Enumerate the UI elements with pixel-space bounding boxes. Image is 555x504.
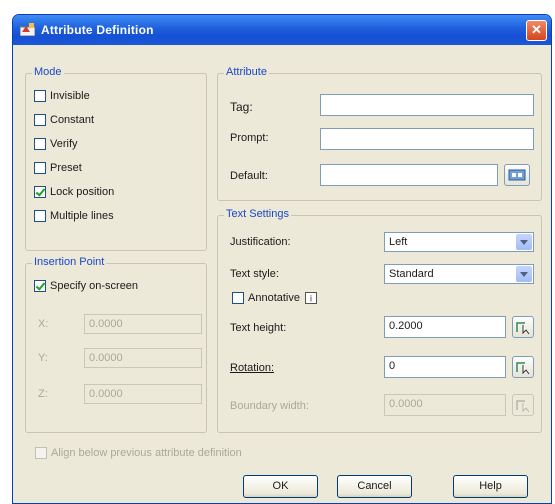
text-settings-group: Text Settings Justification: Left Text s… — [217, 208, 542, 433]
mode-group-title: Mode — [32, 66, 64, 78]
multiple-lines-label: Multiple lines — [50, 210, 114, 222]
text-style-select[interactable]: Standard — [384, 264, 534, 284]
close-button[interactable]: ✕ — [526, 20, 547, 41]
invisible-checkbox[interactable] — [34, 90, 46, 102]
info-icon[interactable]: i — [304, 292, 317, 304]
align-below-checkbox[interactable] — [35, 447, 47, 459]
text-height-label: Text height: — [230, 322, 287, 334]
invisible-label: Invisible — [50, 90, 90, 102]
multiple-lines-checkbox-row[interactable]: Multiple lines — [34, 208, 114, 224]
rotation-input[interactable]: 0 — [384, 356, 506, 378]
rotation-pick-button[interactable] — [512, 356, 534, 378]
preset-checkbox[interactable] — [34, 162, 46, 174]
align-below-label: Align below previous attribute definitio… — [51, 447, 242, 459]
preset-label: Preset — [50, 162, 82, 174]
pick-point-icon — [516, 362, 530, 375]
text-style-label: Text style: — [230, 268, 279, 280]
specify-on-screen-label: Specify on-screen — [50, 280, 139, 292]
boundary-width-pick-button[interactable] — [512, 394, 534, 416]
chevron-down-icon — [516, 234, 532, 250]
window-title: Attribute Definition — [41, 23, 154, 37]
attribute-group-title: Attribute — [224, 66, 269, 78]
insert-field-button[interactable] — [504, 164, 530, 186]
insertion-point-group-title: Insertion Point — [32, 256, 107, 268]
attribute-group: Attribute Tag: Prompt: Default: — [217, 66, 542, 201]
ok-button[interactable]: OK — [243, 475, 318, 498]
z-input[interactable]: 0.0000 — [84, 384, 202, 404]
help-button[interactable]: Help — [453, 475, 528, 498]
pick-point-icon — [516, 322, 530, 335]
specify-on-screen-checkbox[interactable] — [34, 280, 46, 292]
tag-input[interactable] — [320, 94, 534, 116]
constant-checkbox-row[interactable]: Constant — [34, 112, 94, 128]
lock-position-checkbox-row[interactable]: Lock position — [34, 184, 114, 200]
default-label: Default: — [230, 170, 268, 182]
chevron-down-icon — [516, 266, 532, 282]
x-label: X: — [38, 318, 49, 330]
svg-text:i: i — [310, 294, 312, 304]
annotative-row[interactable]: Annotative i — [232, 290, 317, 306]
text-height-input[interactable]: 0.2000 — [384, 316, 506, 338]
justification-select[interactable]: Left — [384, 232, 534, 252]
title-bar[interactable]: Attribute Definition ✕ — [13, 15, 551, 45]
insertion-point-group: Insertion Point Specify on-screen X: 0.0… — [25, 256, 207, 433]
prompt-input[interactable] — [320, 128, 534, 150]
lock-position-checkbox[interactable] — [34, 186, 46, 198]
align-below-row[interactable]: Align below previous attribute definitio… — [35, 445, 242, 461]
rotation-label-text: Rotation: — [230, 362, 275, 374]
prompt-label: Prompt: — [230, 132, 269, 144]
verify-checkbox[interactable] — [34, 138, 46, 150]
y-input[interactable]: 0.0000 — [84, 348, 202, 368]
specify-on-screen-row[interactable]: Specify on-screen — [34, 278, 138, 294]
boundary-width-input[interactable]: 0.0000 — [384, 394, 506, 416]
justification-label: Justification: — [230, 236, 291, 248]
close-icon: ✕ — [531, 22, 542, 37]
tag-label: Tag: — [230, 100, 253, 114]
annotative-label: Annotative — [248, 292, 300, 304]
tag-label-text: Tag: — [230, 100, 253, 114]
multiple-lines-checkbox[interactable] — [34, 210, 46, 222]
x-input[interactable]: 0.0000 — [84, 314, 202, 334]
cancel-button[interactable]: Cancel — [337, 475, 412, 498]
constant-label: Constant — [50, 114, 95, 126]
boundary-width-label: Boundary width: — [230, 400, 309, 412]
text-style-value: Standard — [389, 268, 434, 280]
insert-field-icon — [508, 169, 526, 181]
justification-value: Left — [389, 236, 408, 248]
rotation-label: Rotation: — [230, 362, 274, 374]
pick-point-icon — [516, 400, 530, 413]
invisible-checkbox-row[interactable]: Invisible — [34, 88, 90, 104]
annotative-checkbox[interactable] — [232, 292, 244, 304]
attribute-definition-dialog: Attribute Definition ✕ Mode Invisible Co… — [12, 14, 552, 504]
mode-group: Mode Invisible Constant Verify Preset Lo… — [25, 66, 207, 251]
verify-checkbox-row[interactable]: Verify — [34, 136, 78, 152]
z-label: Z: — [38, 388, 48, 400]
text-height-pick-button[interactable] — [512, 316, 534, 338]
preset-checkbox-row[interactable]: Preset — [34, 160, 82, 176]
text-settings-group-title: Text Settings — [224, 208, 291, 220]
lock-position-label: Lock position — [50, 186, 115, 198]
y-label: Y: — [38, 352, 48, 364]
attribute-definition-icon — [20, 23, 35, 36]
verify-label: Verify — [50, 138, 78, 150]
constant-checkbox[interactable] — [34, 114, 46, 126]
default-input[interactable] — [320, 164, 498, 186]
